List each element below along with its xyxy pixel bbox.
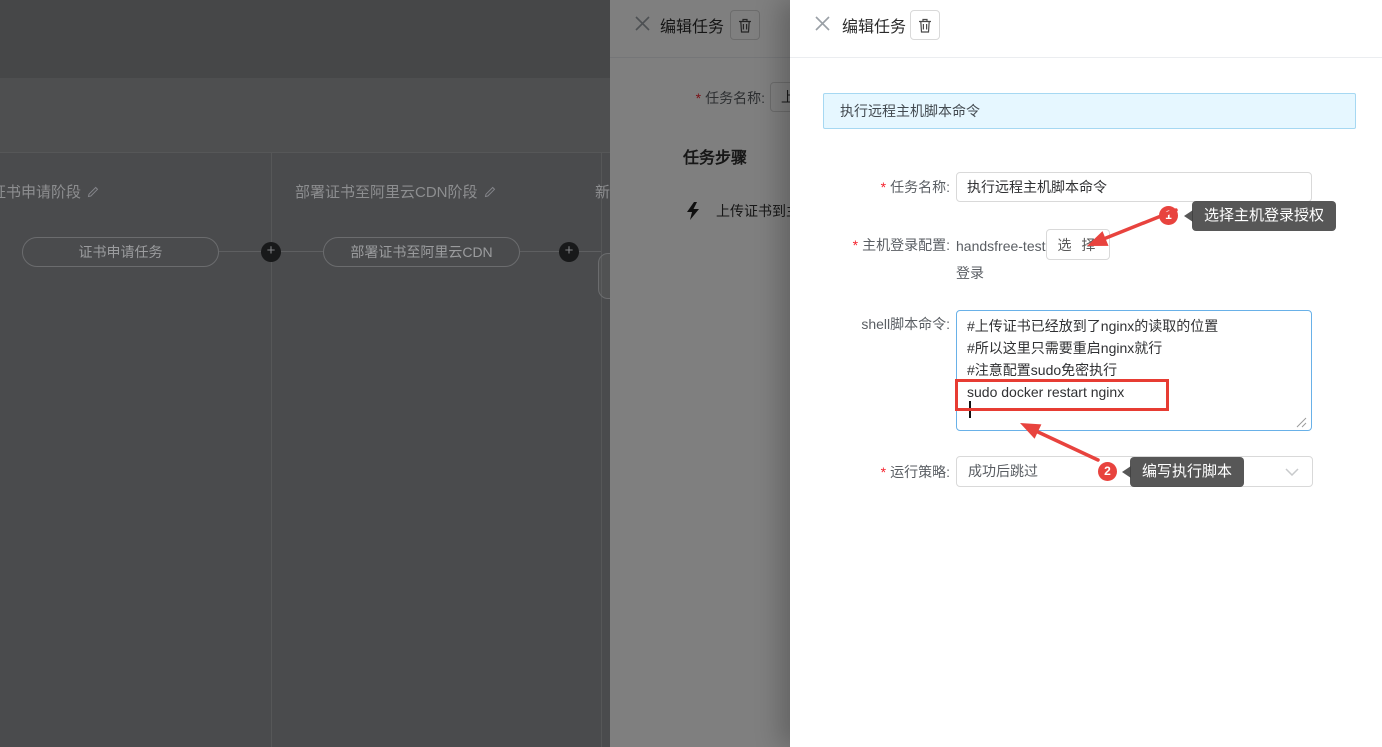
shell-script-textarea[interactable]: #上传证书已经放到了nginx的读取的位置 #所以这里只需要重启nginx就行 …: [956, 310, 1312, 431]
task-pill-cert-request: 证书申请任务: [22, 237, 219, 267]
task-name-label: *任务名称:: [790, 172, 950, 202]
annotation-step1-badge: 1: [1159, 206, 1178, 225]
delete-task-button[interactable]: [910, 10, 940, 40]
plus-icon: +: [267, 242, 276, 259]
run-policy-value: 成功后跳过: [968, 457, 1038, 486]
chevron-down-icon: [1285, 468, 1299, 476]
plus-icon: +: [565, 242, 574, 259]
task-type-info-alert: 执行远程主机脚本命令: [823, 93, 1356, 129]
stage-title-cert-request: 证书申请阶段: [0, 181, 99, 202]
choose-host-button[interactable]: 选 择: [1046, 229, 1110, 260]
add-stage-button: +: [559, 242, 579, 262]
pipeline-connector: [219, 251, 262, 252]
task-name-input[interactable]: [956, 172, 1312, 202]
host-login-value: handsfree-test: [956, 235, 1046, 257]
highlight-rectangle: [955, 379, 1169, 411]
pipeline-connector: [578, 251, 601, 252]
drawer-header-divider: [790, 57, 1382, 58]
pipeline-connector: [281, 251, 323, 252]
required-mark: *: [881, 464, 886, 480]
annotation-step2-badge: 2: [1098, 462, 1117, 481]
task-pill-deploy-cdn: 部署证书至阿里云CDN: [323, 237, 520, 267]
stage-divider: [601, 152, 602, 747]
host-login-label: *主机登录配置:: [790, 230, 950, 260]
drawer-title: 编辑任务: [842, 13, 906, 37]
edit-pencil-icon: [87, 186, 99, 198]
edit-pencil-icon: [484, 186, 496, 198]
required-mark: *: [853, 237, 858, 253]
annotation-step2-tooltip: 编写执行脚本: [1130, 457, 1244, 487]
resize-handle-icon[interactable]: [1296, 417, 1307, 428]
close-icon[interactable]: [815, 16, 830, 31]
annotation-step1-tooltip: 选择主机登录授权: [1192, 201, 1336, 231]
run-policy-label: *运行策略:: [790, 457, 950, 487]
pipeline-connector: [520, 251, 560, 252]
edit-task-drawer: 编辑任务 执行远程主机脚本命令 *任务名称: *主机登录配置: handsfre…: [790, 0, 1382, 747]
host-login-value-wrap: 登录: [956, 262, 984, 284]
required-mark: *: [881, 179, 886, 195]
stage-title-deploy-cdn: 部署证书至阿里云CDN阶段: [295, 181, 496, 202]
shell-script-label: shell脚本命令:: [790, 311, 950, 337]
trash-icon: [918, 18, 932, 33]
add-stage-button: +: [261, 242, 281, 262]
